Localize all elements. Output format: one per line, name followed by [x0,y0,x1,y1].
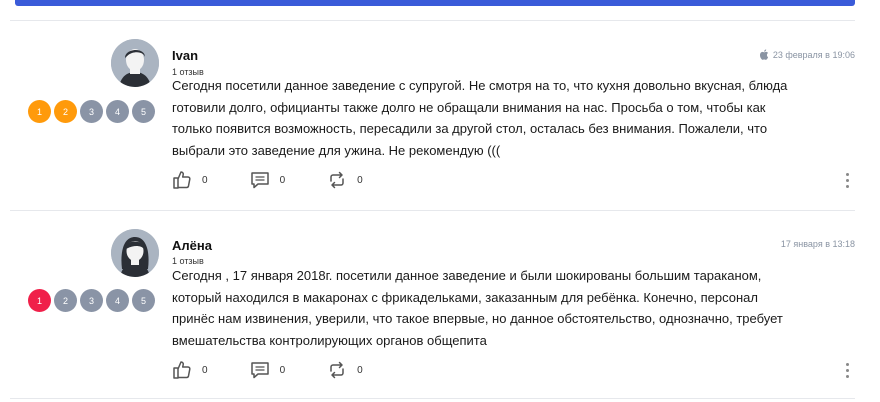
rating: 1 2 3 4 5 [28,289,155,312]
review-date: 23 февраля в 19:06 [759,49,855,60]
rating-dot-3: 3 [80,289,103,312]
avatar[interactable] [111,39,159,87]
divider [10,398,855,399]
repost-icon [330,361,344,379]
avatar[interactable] [111,229,159,277]
repost-icon [330,171,344,189]
more-options-icon[interactable] [846,363,850,381]
repost-count: 0 [357,364,363,376]
repost-count: 0 [357,174,363,186]
review-actions: 0 0 0 [172,360,405,380]
author-name[interactable]: Алёна [172,238,212,253]
rating-dot-5: 5 [132,100,155,123]
rating-dot-2: 2 [54,289,77,312]
female-avatar-icon [111,229,159,277]
author-name[interactable]: Ivan [172,48,198,63]
comment-icon [250,172,269,189]
rating-dot-1: 1 [28,100,51,123]
review-date-text: 23 февраля в 19:06 [772,49,855,60]
apple-icon [759,49,768,60]
thumbs-up-icon [173,171,191,189]
male-avatar-icon [111,39,159,87]
rating-dot-1: 1 [28,289,51,312]
review-date: 17 января в 13:18 [781,239,855,249]
like-count: 0 [202,174,208,186]
more-options-icon[interactable] [846,173,850,191]
comment-icon [250,362,269,379]
rating: 1 2 3 4 5 [28,100,155,123]
rating-dot-5: 5 [132,289,155,312]
rating-dot-4: 4 [106,100,129,123]
rating-dot-2: 2 [54,100,77,123]
review-date-text: 17 января в 13:18 [780,239,855,249]
repost-button[interactable]: 0 [327,360,363,380]
rating-dot-3: 3 [80,100,103,123]
rating-dot-4: 4 [106,289,129,312]
review-actions: 0 0 0 [172,170,405,190]
top-accent-bar [15,0,855,6]
comment-count: 0 [279,364,286,376]
comment-count: 0 [279,174,286,186]
like-button[interactable]: 0 [172,360,208,380]
review-text: Сегодня посетили данное заведение с супр… [172,78,788,158]
comment-button[interactable]: 0 [250,170,286,190]
review-card: Ivan 1 отзыв 23 февраля в 19:06 1 2 3 4 … [0,20,880,210]
like-button[interactable]: 0 [172,170,208,190]
review-card: Алёна 1 отзыв 17 января в 13:18 1 2 3 4 … [0,210,880,400]
repost-button[interactable]: 0 [327,170,363,190]
like-count: 0 [202,364,208,376]
thumbs-up-icon [173,361,191,379]
comment-button[interactable]: 0 [250,360,286,380]
review-text: Сегодня , 17 января 2018г. посетили данн… [172,268,783,348]
